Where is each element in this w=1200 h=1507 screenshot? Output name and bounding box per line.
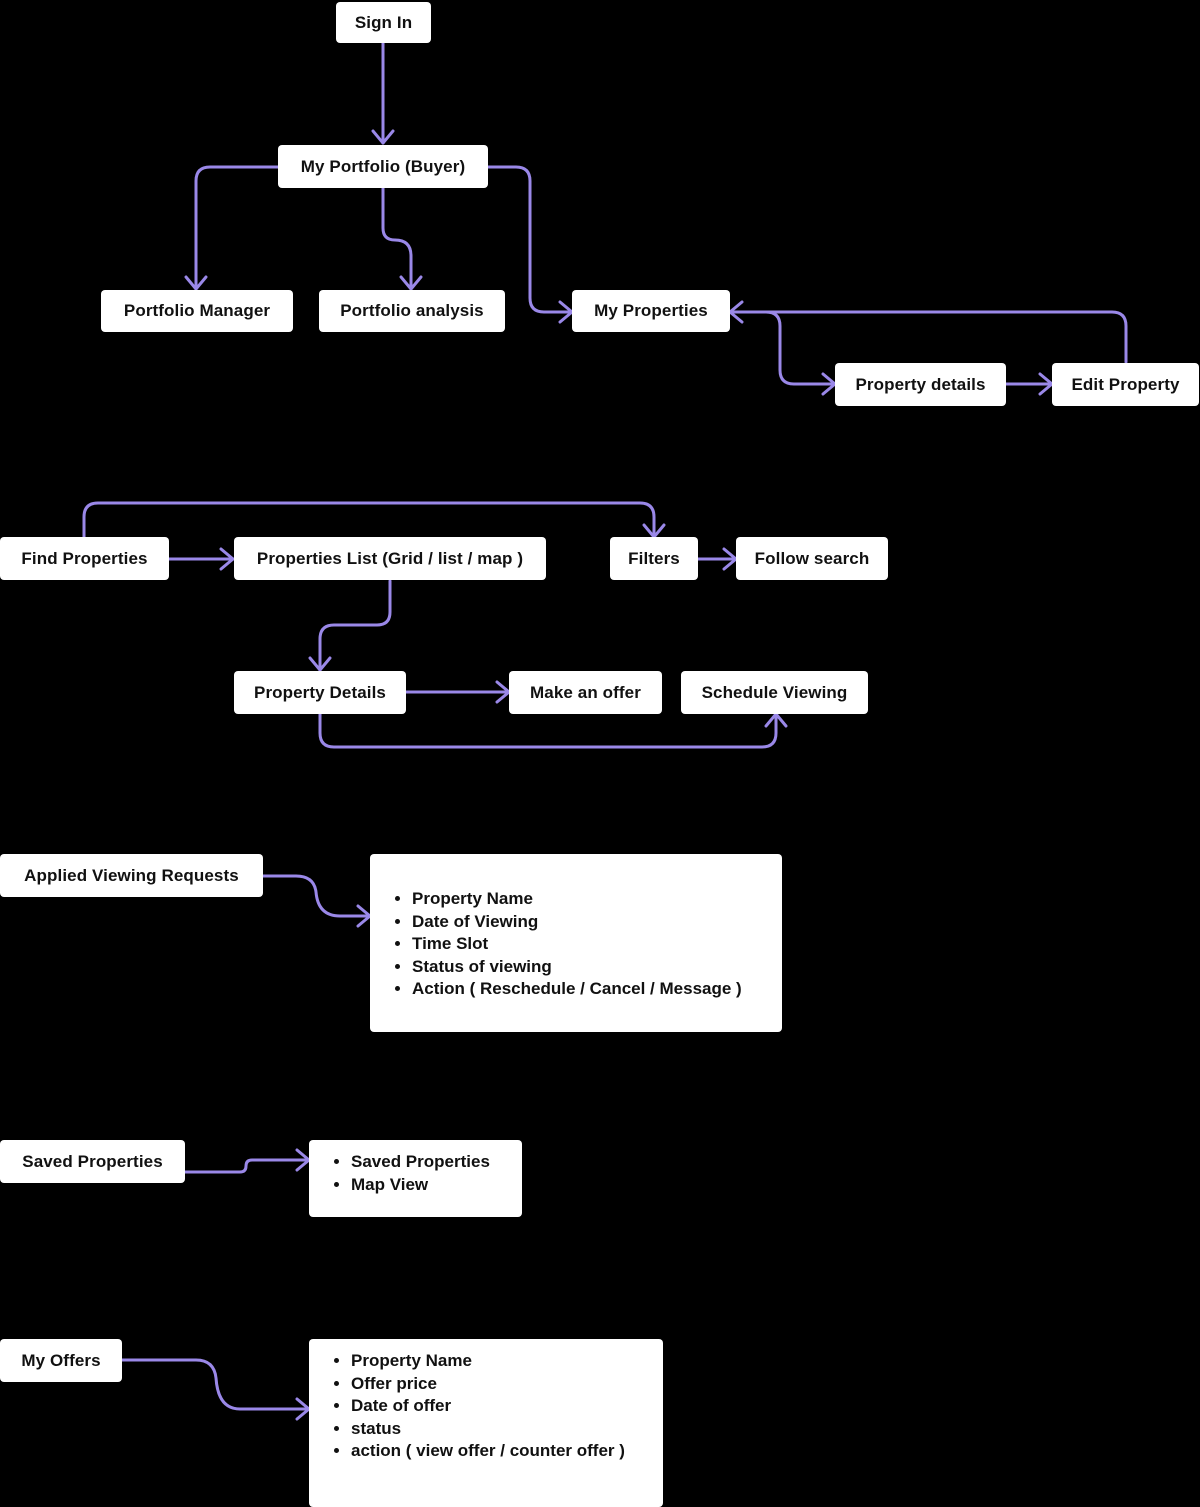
node-properties-list[interactable]: Properties List (Grid / list / map )	[234, 537, 546, 580]
list-item: Status of viewing	[412, 956, 782, 979]
card-saved-properties-fields: Saved Properties Map View	[309, 1140, 522, 1217]
offer-fields-list: Property Name Offer price Date of offer …	[309, 1350, 663, 1463]
viewing-fields-list: Property Name Date of Viewing Time Slot …	[370, 888, 782, 1001]
edge-offers-card	[120, 1358, 311, 1411]
card-offer-fields: Property Name Offer price Date of offer …	[309, 1339, 663, 1507]
node-property-details[interactable]: Property Details	[234, 671, 406, 714]
node-my-offers[interactable]: My Offers	[0, 1339, 122, 1382]
node-saved-properties[interactable]: Saved Properties	[0, 1140, 185, 1183]
node-make-offer[interactable]: Make an offer	[509, 671, 662, 714]
list-item: action ( view offer / counter offer )	[351, 1440, 663, 1463]
edge-details-schedule	[318, 712, 778, 749]
node-property-details-owner[interactable]: Property details	[835, 363, 1006, 406]
connector-layer	[82, 41, 1128, 1421]
list-item: Action ( Reschedule / Cancel / Message )	[412, 978, 782, 1001]
list-item: Property Name	[412, 888, 782, 911]
node-find-properties[interactable]: Find Properties	[0, 537, 169, 580]
node-portfolio-manager[interactable]: Portfolio Manager	[101, 290, 293, 332]
node-edit-property[interactable]: Edit Property	[1052, 363, 1199, 406]
node-applied-viewing-requests[interactable]: Applied Viewing Requests	[0, 854, 263, 897]
edge-viewing-card	[261, 874, 372, 918]
node-filters[interactable]: Filters	[610, 537, 698, 580]
list-item: Map View	[351, 1174, 522, 1197]
node-my-portfolio[interactable]: My Portfolio (Buyer)	[278, 145, 488, 188]
edge-portfolio-manager	[194, 165, 280, 290]
node-follow-search[interactable]: Follow search	[736, 537, 888, 580]
list-item: status	[351, 1418, 663, 1441]
list-item: Date of offer	[351, 1395, 663, 1418]
node-my-properties[interactable]: My Properties	[572, 290, 730, 332]
node-portfolio-analysis[interactable]: Portfolio analysis	[319, 290, 505, 332]
list-item: Time Slot	[412, 933, 782, 956]
edge-portfolio-analysis	[381, 186, 413, 290]
edge-find-filters	[82, 501, 656, 539]
list-item: Offer price	[351, 1373, 663, 1396]
card-viewing-request-fields: Property Name Date of Viewing Time Slot …	[370, 854, 782, 1032]
list-item: Saved Properties	[351, 1151, 522, 1174]
list-item: Property Name	[351, 1350, 663, 1373]
list-item: Date of Viewing	[412, 911, 782, 934]
edge-edit-myproperties	[728, 310, 1128, 364]
edge-saved-card	[183, 1158, 311, 1174]
node-schedule-viewing[interactable]: Schedule Viewing	[681, 671, 868, 714]
node-sign-in[interactable]: Sign In	[336, 2, 431, 43]
edge-myproperties-details	[728, 310, 837, 386]
saved-fields-list: Saved Properties Map View	[309, 1151, 522, 1196]
